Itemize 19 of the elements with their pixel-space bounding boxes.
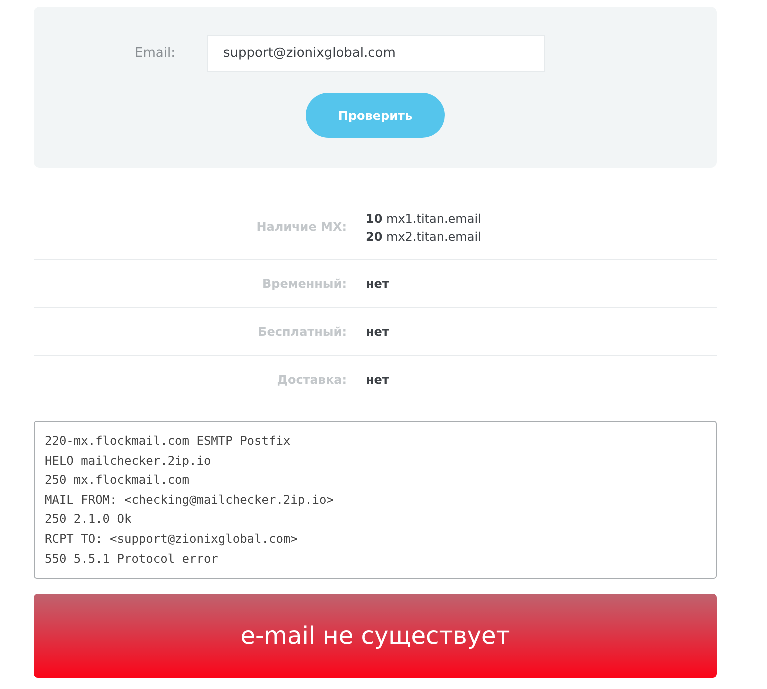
log-line: RCPT TO: <support@zionixglobal.com>	[45, 530, 299, 548]
result-value: 10 mx1.titan.email	[366, 211, 482, 228]
log-line: 250 mx.flockmail.com	[45, 472, 190, 490]
result-label: Бесплатный:	[257, 324, 348, 338]
email-field[interactable]: support@zionixglobal.com	[206, 35, 544, 72]
log-line: HELO mailchecker.2ip.io	[45, 452, 212, 470]
result-value: нет	[366, 372, 390, 388]
log-line: 550 5.5.1 Protocol error	[45, 550, 220, 568]
email-label: Email:	[134, 46, 176, 61]
result-banner: e-mail не существует	[34, 594, 717, 678]
log-line: 250 2.1.0 Ok	[45, 511, 133, 528]
result-value: нет	[366, 324, 390, 340]
result-label: Наличие MX:	[256, 219, 348, 234]
log-line: MAIL FROM: <checking@mailchecker.2ip.io>	[45, 492, 335, 509]
result-label: Доставка:	[276, 372, 348, 386]
result-value: 20 mx2.titan.email	[366, 229, 482, 246]
result-value: нет	[366, 276, 390, 292]
result-label: Временный:	[262, 276, 348, 290]
log-line: 220-mx.flockmail.com ESMTP Postfix	[45, 433, 292, 450]
